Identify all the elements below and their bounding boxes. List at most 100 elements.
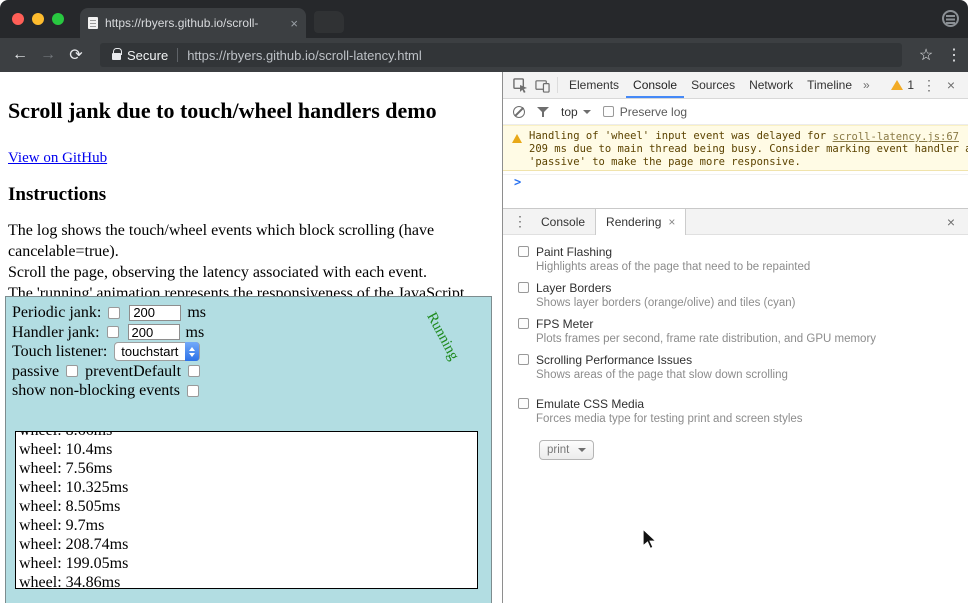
warning-text: Handling of 'wheel' input event was dela… <box>529 130 850 169</box>
device-toolbar-icon[interactable] <box>531 75 553 95</box>
render-option-title: Emulate CSS Media <box>536 397 803 411</box>
drawer-tab-console[interactable]: Console <box>531 209 595 235</box>
prevent-default-label: preventDefault <box>85 362 181 382</box>
tab-title: https://rbyers.github.io/scroll- <box>105 16 283 30</box>
render-option-desc: Highlights areas of the page that need t… <box>536 260 810 274</box>
fps-meter-checkbox[interactable] <box>518 318 529 329</box>
paint-flashing-checkbox[interactable] <box>518 246 529 257</box>
reload-button[interactable]: ⟳ <box>62 45 90 65</box>
periodic-jank-checkbox[interactable] <box>108 307 120 319</box>
event-log: wheel: 8.66ms wheel: 10.4ms wheel: 7.56m… <box>15 431 478 589</box>
drawer-close-icon[interactable]: × <box>940 212 962 232</box>
instructions-paragraph: The log shows the touch/wheel events whi… <box>8 220 464 304</box>
new-tab-button[interactable] <box>314 11 344 33</box>
log-entry: wheel: 9.7ms <box>19 516 477 535</box>
devtools-panel: Elements Console Sources Network Timelin… <box>502 72 968 603</box>
touch-listener-select[interactable]: touchstart <box>114 342 200 361</box>
prevent-default-checkbox[interactable] <box>188 365 200 377</box>
instructions-heading: Instructions <box>8 184 106 206</box>
drawer-menu-icon[interactable]: ⋮ <box>509 212 531 232</box>
forward-button[interactable]: → <box>34 46 62 64</box>
render-option-desc: Shows layer borders (orange/olive) and t… <box>536 296 796 310</box>
preserve-log-checkbox[interactable] <box>603 106 614 117</box>
periodic-jank-label: Periodic jank: <box>12 303 101 323</box>
close-window-button[interactable] <box>12 13 24 25</box>
drawer-tab-rendering[interactable]: Rendering × <box>595 209 686 235</box>
devtools-menu-icon[interactable]: ⋮ <box>918 75 940 95</box>
filter-icon[interactable] <box>537 106 549 118</box>
console-warning-message: Handling of 'wheel' input event was dela… <box>503 125 968 171</box>
more-tabs-icon[interactable]: » <box>859 72 874 98</box>
console-prompt[interactable]: > <box>503 174 968 192</box>
toolbar-divider <box>557 77 558 93</box>
show-nonblocking-checkbox[interactable] <box>187 385 199 397</box>
render-option-layer-borders: Layer Borders Shows layer borders (orang… <box>518 281 956 310</box>
render-option-title: Layer Borders <box>536 281 796 295</box>
show-nonblocking-label: show non-blocking events <box>12 381 180 401</box>
console-warning-badge[interactable]: 1 <box>891 78 914 92</box>
log-entry: wheel: 34.86ms <box>19 573 477 589</box>
warning-line: 209 ms due to main thread being busy. Co… <box>529 143 850 156</box>
periodic-jank-unit: ms <box>187 303 206 323</box>
browser-menu-icon[interactable]: ⋮ <box>940 45 968 65</box>
log-entry: wheel: 10.4ms <box>19 440 477 459</box>
secure-label: Secure <box>127 48 168 63</box>
inspect-element-icon[interactable] <box>509 75 531 95</box>
paragraph-line: cancelable=true). <box>8 241 464 262</box>
scrolling-performance-checkbox[interactable] <box>518 354 529 365</box>
bookmark-star-icon[interactable]: ☆ <box>912 45 940 65</box>
execution-context-value: top <box>561 105 578 119</box>
tab-sources[interactable]: Sources <box>684 72 742 98</box>
css-media-select[interactable]: print <box>539 440 594 460</box>
back-button[interactable]: ← <box>6 46 34 64</box>
browser-toolbar: ← → ⟳ Secure https://rbyers.github.io/sc… <box>0 38 968 72</box>
emulate-css-media-checkbox[interactable] <box>518 398 529 409</box>
url-divider <box>177 48 178 62</box>
layer-borders-checkbox[interactable] <box>518 282 529 293</box>
render-option-title: Scrolling Performance Issues <box>536 353 788 367</box>
render-option-title: Paint Flashing <box>536 245 810 259</box>
render-option-desc: Shows areas of the page that slow down s… <box>536 368 788 382</box>
css-media-value: print <box>547 444 569 456</box>
close-icon[interactable]: × <box>668 209 675 235</box>
warning-line: 'passive' to make the page more responsi… <box>529 156 850 169</box>
tab-timeline[interactable]: Timeline <box>800 72 859 98</box>
address-bar[interactable]: Secure https://rbyers.github.io/scroll-l… <box>100 43 902 67</box>
render-option-scrolling-performance: Scrolling Performance Issues Shows areas… <box>518 353 956 382</box>
url-text: https://rbyers.github.io/scroll-latency.… <box>187 48 422 63</box>
handler-jank-checkbox[interactable] <box>107 326 119 338</box>
render-option-paint-flashing: Paint Flashing Highlights areas of the p… <box>518 245 956 274</box>
preserve-log-control[interactable]: Preserve log <box>603 105 687 119</box>
tab-elements[interactable]: Elements <box>562 72 626 98</box>
log-entry: wheel: 8.66ms <box>19 431 477 440</box>
drawer-tabbar: ⋮ Console Rendering × × <box>503 208 968 235</box>
devtools-close-icon[interactable]: × <box>940 75 962 95</box>
log-entry: wheel: 10.325ms <box>19 478 477 497</box>
console-toolbar: top Preserve log <box>503 99 968 125</box>
log-entry: wheel: 208.74ms <box>19 535 477 554</box>
github-link[interactable]: View on GitHub <box>8 150 107 167</box>
periodic-jank-input[interactable] <box>129 305 181 321</box>
touch-listener-label: Touch listener: <box>12 342 107 362</box>
minimize-window-button[interactable] <box>32 13 44 25</box>
warning-line: Handling of 'wheel' input event was dela… <box>529 130 850 143</box>
tab-strip: https://rbyers.github.io/scroll- × <box>0 0 968 38</box>
profile-menu-icon[interactable] <box>942 10 959 27</box>
handler-jank-input[interactable] <box>128 324 180 340</box>
fullscreen-window-button[interactable] <box>52 13 64 25</box>
tab-close-icon[interactable]: × <box>290 17 298 30</box>
log-entry: wheel: 7.56ms <box>19 459 477 478</box>
rendering-panel: Paint Flashing Highlights areas of the p… <box>503 235 968 603</box>
controls-panel: Periodic jank: ms Handler jank: ms Touch… <box>5 296 492 603</box>
warning-count: 1 <box>907 78 914 92</box>
source-link[interactable]: scroll-latency.js:67 <box>833 131 959 143</box>
execution-context-select[interactable]: top <box>561 105 591 119</box>
lock-icon <box>112 53 121 60</box>
warning-icon <box>891 80 903 90</box>
browser-tab[interactable]: https://rbyers.github.io/scroll- × <box>80 8 306 38</box>
tab-network[interactable]: Network <box>742 72 800 98</box>
passive-checkbox[interactable] <box>66 365 78 377</box>
tab-console[interactable]: Console <box>626 72 684 98</box>
clear-console-icon[interactable] <box>513 106 525 118</box>
render-option-title: FPS Meter <box>536 317 876 331</box>
